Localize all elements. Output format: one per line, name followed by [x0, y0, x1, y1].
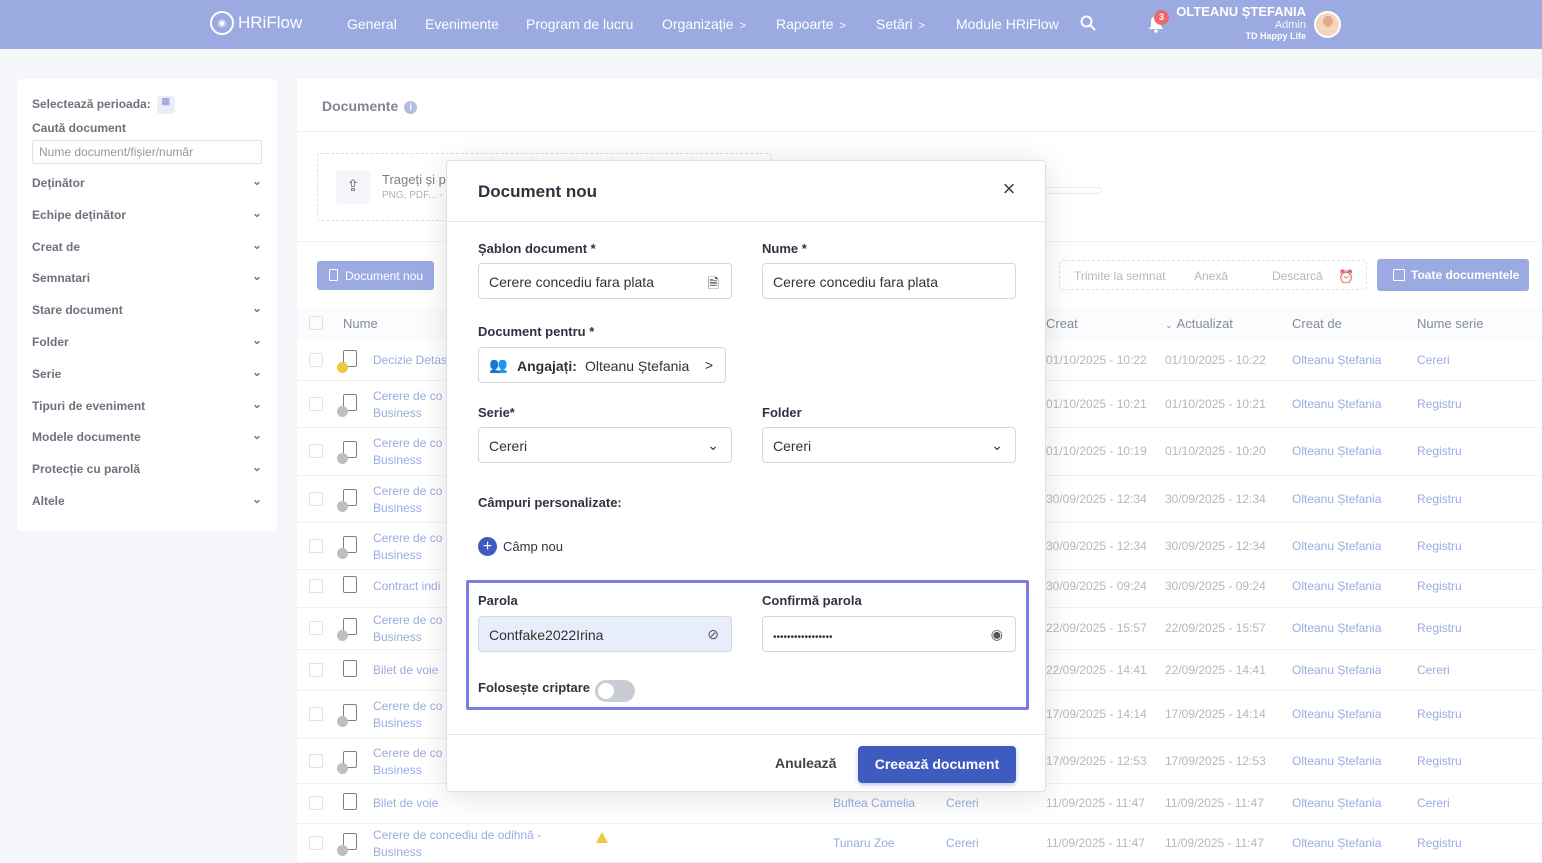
- new-document-modal: Document nou × Șablon document * Cerere …: [446, 160, 1047, 792]
- eye-icon[interactable]: ◉: [991, 626, 1003, 643]
- template-field[interactable]: Cerere concediu fara plata 🗎: [478, 263, 732, 299]
- field-value: Contfake2022Irina: [489, 627, 604, 643]
- encrypt-label: Folosește criptare: [478, 680, 590, 695]
- for-value: Olteanu Ștefania: [585, 358, 690, 374]
- chevron-down-icon: ⌄: [707, 437, 719, 453]
- cancel-button[interactable]: Anulează: [775, 755, 836, 771]
- new-field-button[interactable]: Câmp nou: [503, 539, 563, 554]
- field-value: Cerere concediu fara plata: [489, 274, 654, 290]
- custom-fields-label: Câmpuri personalizate:: [478, 495, 622, 510]
- folder-select[interactable]: Cereri ⌄: [762, 427, 1016, 463]
- password-input[interactable]: Contfake2022Irina ⊘: [478, 616, 732, 652]
- divider: [447, 221, 1047, 222]
- series-select[interactable]: Cereri ⌄: [478, 427, 732, 463]
- eye-off-icon[interactable]: ⊘: [707, 626, 719, 643]
- close-icon[interactable]: ×: [999, 178, 1019, 200]
- divider: [447, 734, 1047, 735]
- encrypt-toggle[interactable]: [595, 680, 635, 702]
- series-label: Serie*: [478, 405, 515, 420]
- create-document-button[interactable]: Creează document: [858, 746, 1016, 783]
- field-value: Cerere concediu fara plata: [773, 274, 938, 290]
- document-for-selector[interactable]: 👥 Angajați: Olteanu Ștefania >: [478, 347, 726, 383]
- file-add-icon[interactable]: 🗎: [708, 273, 719, 297]
- folder-label: Folder: [762, 405, 802, 420]
- for-prefix: Angajați:: [517, 358, 577, 374]
- confirm-password-input[interactable]: ••••••••••••••••• ◉: [762, 616, 1016, 652]
- field-value: •••••••••••••••••: [773, 632, 833, 643]
- confirm-password-label: Confirmă parola: [762, 593, 862, 608]
- chevron-down-icon: ⌄: [991, 437, 1003, 453]
- document-for-label: Document pentru *: [478, 324, 595, 339]
- name-label: Nume *: [762, 241, 807, 256]
- modal-title: Document nou: [478, 182, 597, 201]
- name-field[interactable]: Cerere concediu fara plata: [762, 263, 1016, 299]
- template-label: Șablon document *: [478, 241, 596, 256]
- chevron-right-icon: >: [704, 357, 713, 373]
- field-value: Cereri: [489, 438, 528, 454]
- password-label: Parola: [478, 593, 518, 608]
- plus-icon[interactable]: +: [478, 537, 497, 556]
- users-icon: 👥: [489, 357, 508, 374]
- field-value: Cereri: [773, 438, 812, 454]
